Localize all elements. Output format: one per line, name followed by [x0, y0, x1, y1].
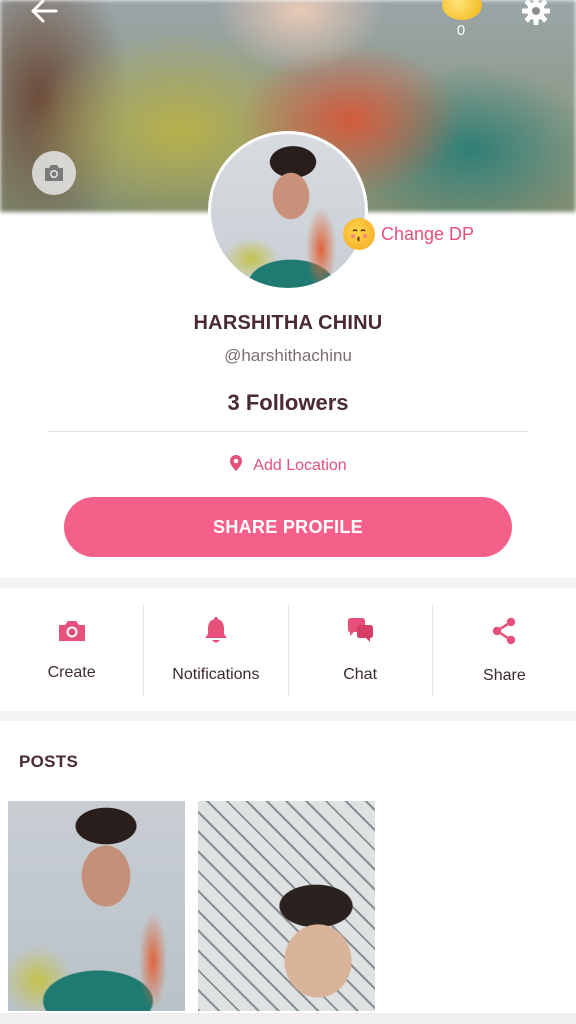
post-thumbnail[interactable] — [8, 801, 185, 1011]
divider — [48, 431, 528, 432]
change-dp-button[interactable]: Change DP — [343, 218, 474, 250]
action-row: Create Notifications Chat Share — [0, 590, 576, 710]
change-dp-label: Change DP — [381, 223, 475, 244]
bell-icon — [203, 616, 229, 650]
share-button[interactable]: Share — [433, 604, 576, 696]
share-profile-button[interactable]: SHARE PROFILE — [64, 497, 512, 557]
location-pin-icon — [229, 454, 243, 477]
profile-handle: @harshithachinu — [224, 346, 352, 365]
chat-button[interactable]: Chat — [289, 604, 433, 696]
posts-title: POSTS — [19, 752, 79, 771]
change-cover-camera-icon[interactable] — [32, 151, 76, 195]
chat-label: Chat — [343, 665, 378, 683]
share-label: Share — [483, 666, 526, 684]
profile-picture[interactable] — [208, 131, 368, 291]
camera-icon — [57, 619, 87, 648]
notifications-label: Notifications — [172, 665, 260, 683]
notifications-button[interactable]: Notifications — [144, 604, 289, 696]
create-label: Create — [47, 663, 96, 681]
kiss-emoji-icon — [343, 218, 375, 250]
coin-count: 0 — [456, 22, 466, 39]
back-arrow-icon[interactable] — [24, 0, 64, 28]
add-location-label: Add Location — [253, 456, 347, 474]
section-separator — [0, 711, 576, 721]
profile-name: HARSHITHA CHINU — [193, 312, 383, 334]
bottom-edge — [0, 1013, 576, 1024]
chat-icon — [345, 617, 375, 650]
share-icon — [490, 616, 518, 651]
post-thumbnail[interactable] — [198, 801, 375, 1011]
add-location-link[interactable]: Add Location — [0, 454, 576, 477]
section-separator — [0, 578, 576, 588]
create-button[interactable]: Create — [0, 604, 145, 696]
followers-count[interactable]: 3 Followers — [0, 390, 576, 416]
gear-icon[interactable] — [516, 0, 556, 28]
